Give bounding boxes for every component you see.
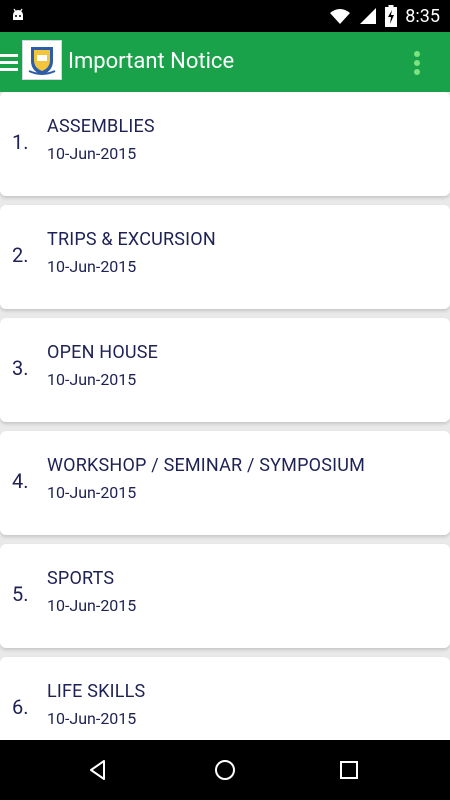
notice-number: 6. xyxy=(12,695,29,719)
notice-item-5[interactable]: 5. SPORTS 10-Jun-2015 xyxy=(0,544,450,648)
notice-date: 10-Jun-2015 xyxy=(47,709,137,728)
system-nav-bar xyxy=(0,740,450,800)
notice-title: LIFE SKILLS xyxy=(47,681,146,702)
home-icon[interactable] xyxy=(213,758,237,782)
notice-item-4[interactable]: 4. WORKSHOP / SEMINAR / SYMPOSIUM 10-Jun… xyxy=(0,431,450,535)
app-bar: Important Notice xyxy=(0,32,450,92)
notice-title: ASSEMBLIES xyxy=(47,116,155,137)
android-icon xyxy=(13,8,23,20)
notice-item-1[interactable]: 1. ASSEMBLIES 10-Jun-2015 xyxy=(0,92,450,196)
notice-title: WORKSHOP / SEMINAR / SYMPOSIUM xyxy=(47,455,366,476)
notice-title: SPORTS xyxy=(47,568,115,589)
school-logo[interactable] xyxy=(22,40,62,80)
notice-number: 2. xyxy=(12,243,29,267)
notice-number: 1. xyxy=(12,130,29,154)
battery-charging-icon xyxy=(385,5,398,27)
hamburger-icon[interactable] xyxy=(0,50,18,74)
notice-number: 5. xyxy=(12,582,29,606)
notice-date: 10-Jun-2015 xyxy=(47,483,137,502)
notice-date: 10-Jun-2015 xyxy=(47,370,137,389)
notice-list: 1. ASSEMBLIES 10-Jun-2015 2. TRIPS & EXC… xyxy=(0,92,450,740)
notice-date: 10-Jun-2015 xyxy=(47,596,137,615)
notice-item-3[interactable]: 3. OPEN HOUSE 10-Jun-2015 xyxy=(0,318,450,422)
recents-icon[interactable] xyxy=(337,758,361,782)
more-vertical-icon[interactable] xyxy=(414,48,420,76)
status-time: 8:35 xyxy=(405,5,440,27)
notice-item-6[interactable]: 6. LIFE SKILLS 10-Jun-2015 xyxy=(0,657,450,740)
signal-icon xyxy=(360,8,377,24)
notice-date: 10-Jun-2015 xyxy=(47,257,137,276)
back-icon[interactable] xyxy=(86,758,110,782)
notice-number: 3. xyxy=(12,356,29,380)
notice-number: 4. xyxy=(12,469,29,493)
notice-date: 10-Jun-2015 xyxy=(47,144,137,163)
wifi-icon xyxy=(330,9,351,24)
page-title: Important Notice xyxy=(68,49,235,74)
notice-item-2[interactable]: 2. TRIPS & EXCURSION 10-Jun-2015 xyxy=(0,205,450,309)
status-bar: 8:35 xyxy=(0,0,450,32)
notice-title: OPEN HOUSE xyxy=(47,342,159,363)
notice-title: TRIPS & EXCURSION xyxy=(47,229,216,250)
